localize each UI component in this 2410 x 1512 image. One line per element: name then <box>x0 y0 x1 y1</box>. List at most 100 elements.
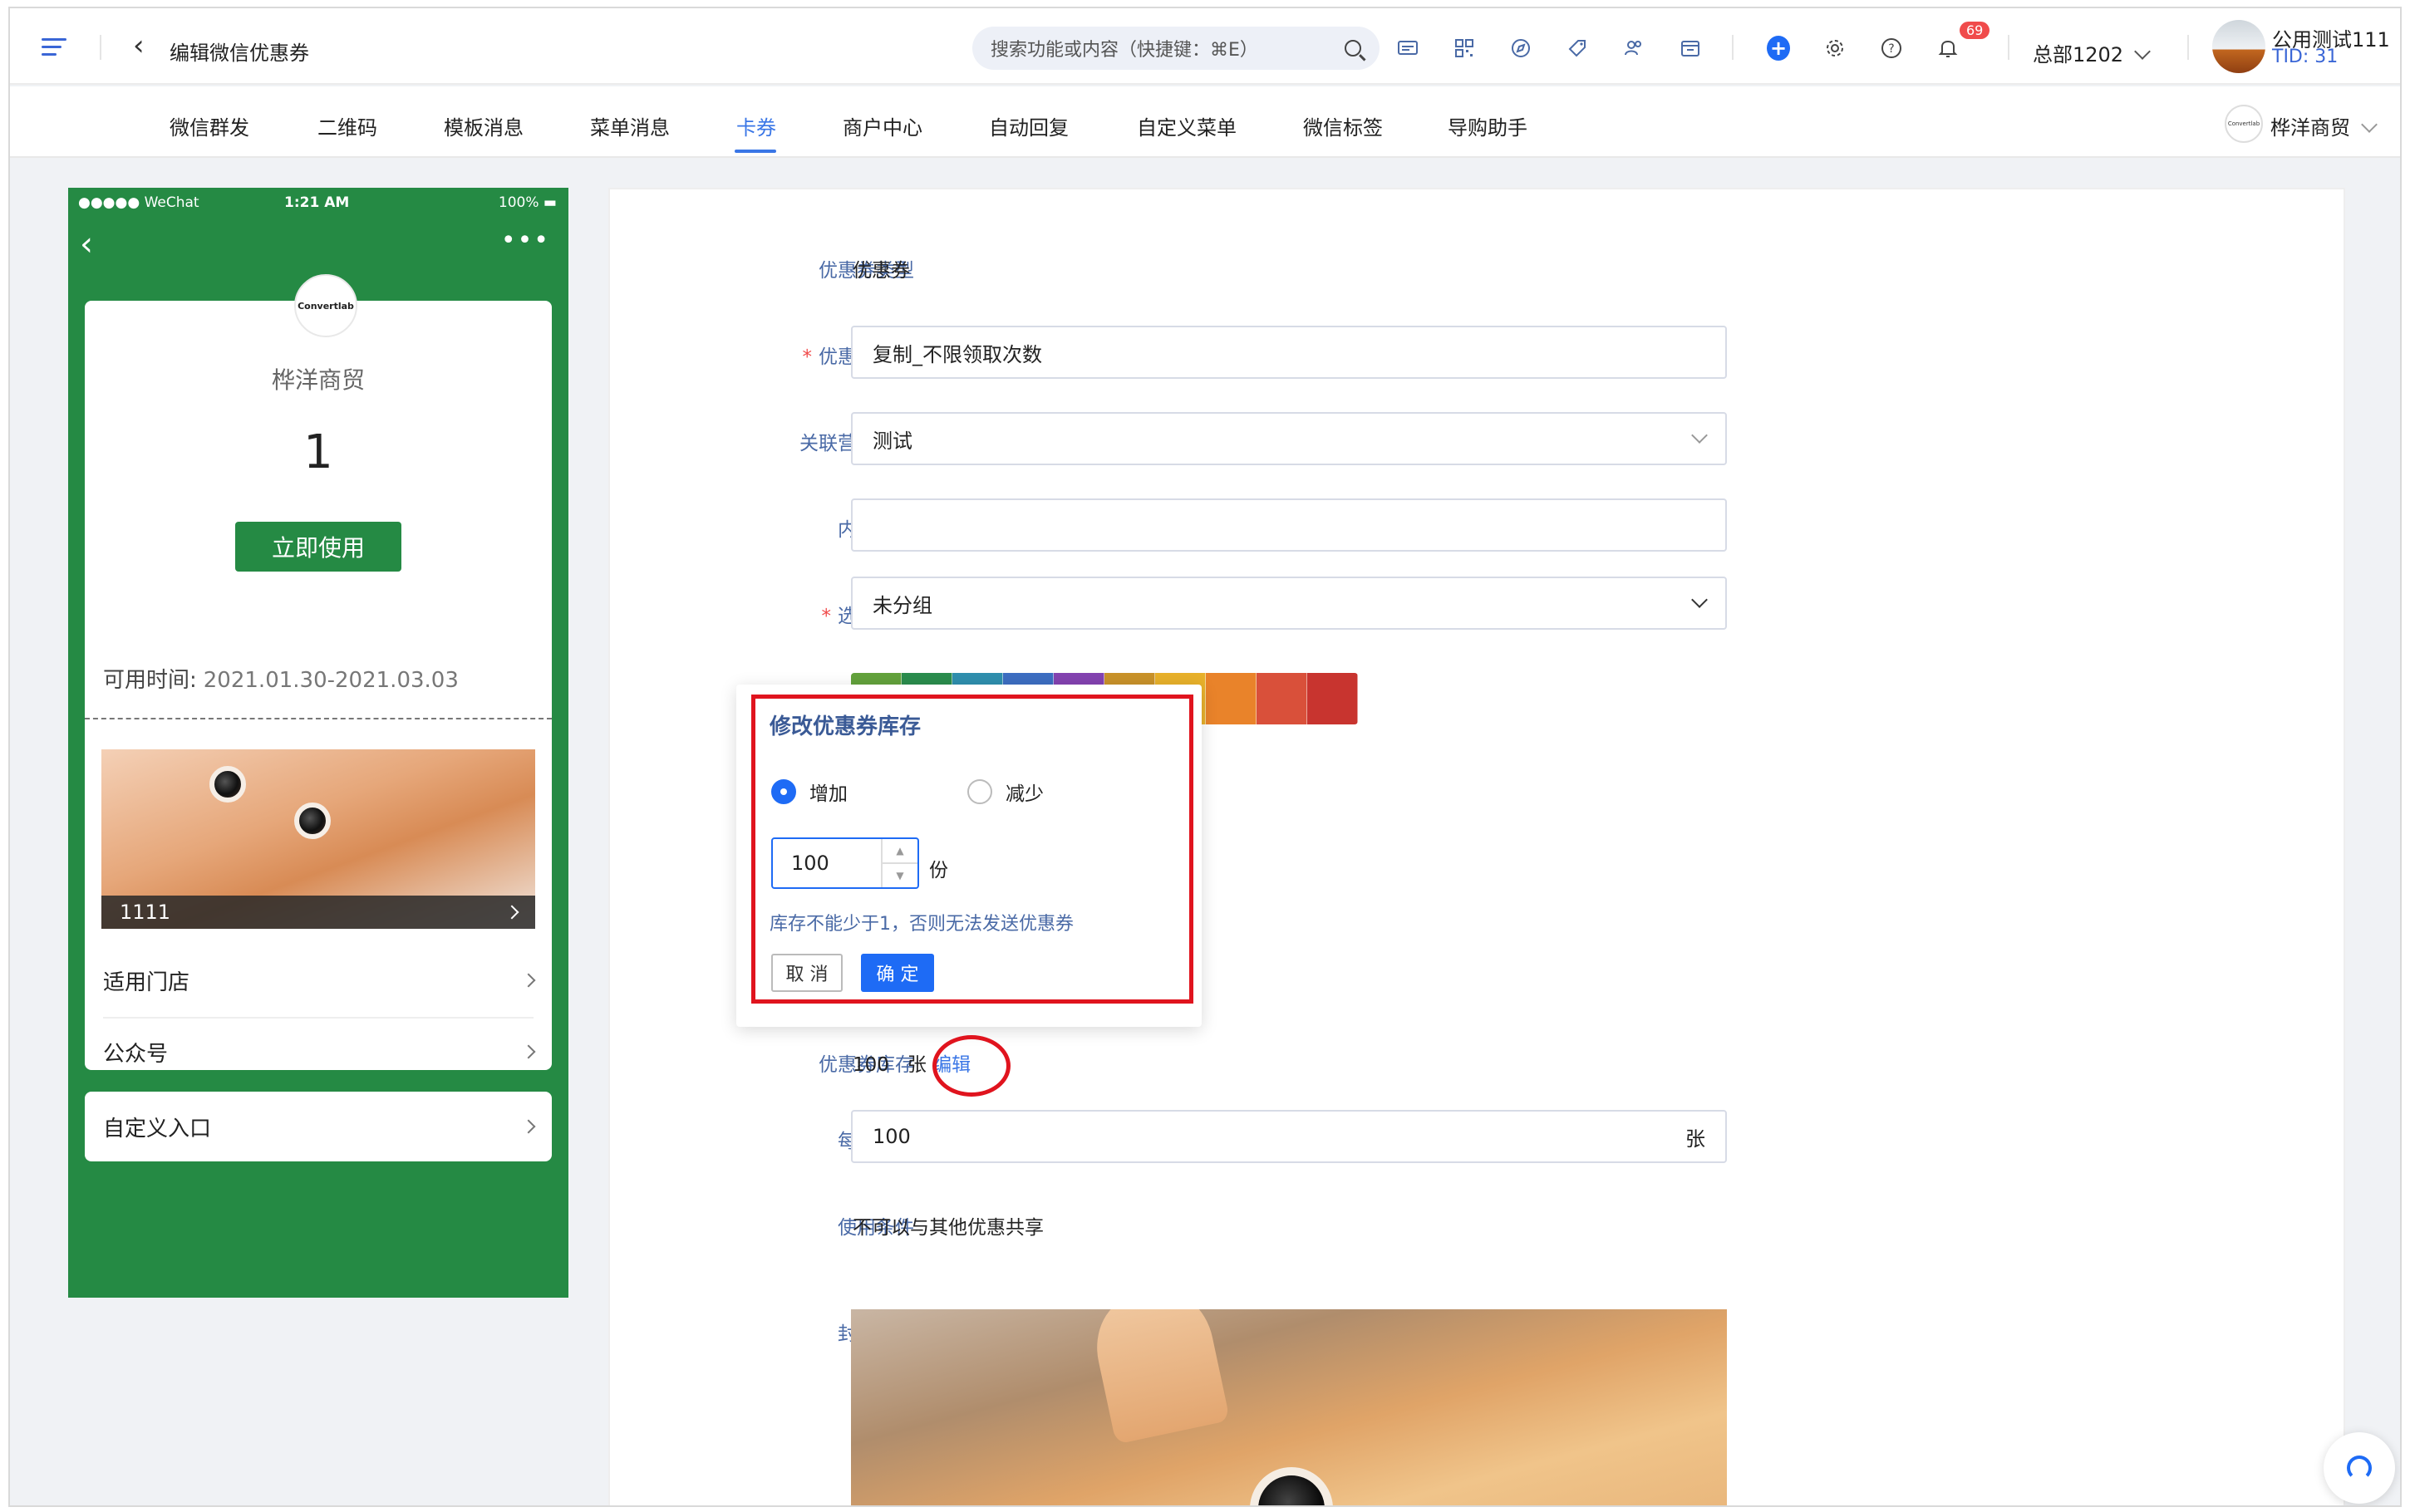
nav-item-template-message[interactable]: 模板消息 <box>444 111 524 140</box>
page-title: 编辑微信优惠券 <box>170 42 309 65</box>
phone-status-bar: ●●●●● WeChat 1:21 AM 100% ▬ <box>68 194 568 214</box>
color-swatch[interactable] <box>1206 673 1257 724</box>
radio-unchecked-icon <box>967 779 992 804</box>
amount-stepper[interactable]: 100 ▲ ▼ <box>771 837 919 889</box>
limit-field[interactable]: 100 张 <box>851 1110 1727 1163</box>
shop-selector[interactable]: 桦洋商贸 <box>2270 111 2378 140</box>
amount-value: 100 <box>791 852 829 875</box>
valid-date-value: 2021.01.30-2021.03.03 <box>203 668 459 693</box>
nav-item-menu-message[interactable]: 菜单消息 <box>590 111 670 140</box>
carrier: ●●●●● WeChat <box>78 194 199 211</box>
nav-item-cards[interactable]: 卡券 <box>736 111 776 140</box>
nav-item-qrcode[interactable]: 二维码 <box>317 111 377 140</box>
chevron-down-icon <box>2361 116 2378 133</box>
coupon-name-field[interactable]: 复制_不限领取次数 <box>851 326 1727 379</box>
cancel-button[interactable]: 取 消 <box>771 954 843 992</box>
nav-item-shopping-guide[interactable]: 导购助手 <box>1448 111 1527 140</box>
avatar[interactable] <box>2212 20 2265 73</box>
activity-value: 测试 <box>873 429 912 453</box>
tag-icon[interactable] <box>1566 37 1589 60</box>
radio-checked-icon <box>771 779 796 804</box>
nav-item-merchant-center[interactable]: 商户中心 <box>843 111 922 140</box>
nav-item-wechat-tags[interactable]: 微信标签 <box>1303 111 1383 140</box>
row-label: 公众号 <box>103 1041 169 1067</box>
valid-date-label: 可用时间: <box>103 668 197 693</box>
phone-preview: ●●●●● WeChat 1:21 AM 100% ▬ ‹ ••• 桦洋商贸 1… <box>68 188 568 1298</box>
divider <box>2187 35 2189 60</box>
decrease-label: 减少 <box>1006 783 1044 805</box>
org-name: 总部1202 <box>2033 43 2124 66</box>
active-tab-indicator <box>735 150 776 153</box>
user-tid: TID: 31 <box>2272 47 2339 67</box>
bell-icon[interactable] <box>1936 37 1960 60</box>
chevron-right-icon <box>504 905 519 920</box>
battery: 100% ▬ <box>498 194 557 211</box>
add-icon[interactable]: + <box>1767 36 1790 61</box>
chevron-down-icon <box>2134 43 2151 60</box>
popover-title: 修改优惠券库存 <box>770 714 922 739</box>
content-tag-field[interactable] <box>851 498 1727 552</box>
cover-image[interactable] <box>851 1309 1727 1505</box>
scrollbar[interactable] <box>2400 160 2402 680</box>
divider <box>1732 35 1734 60</box>
stepper-arrows: ▲ ▼ <box>881 839 917 887</box>
more-icon[interactable]: ••• <box>501 226 550 255</box>
support-headset-icon[interactable] <box>2324 1432 2395 1504</box>
back-arrow-icon[interactable]: ‹ <box>133 32 145 60</box>
color-swatch[interactable] <box>1307 673 1358 724</box>
shop-name: 桦洋商贸 <box>2270 116 2350 140</box>
use-now-button[interactable]: 立即使用 <box>235 522 401 572</box>
amount-unit: 份 <box>929 860 948 881</box>
help-icon[interactable]: ? <box>1880 37 1903 60</box>
notification-badge: 69 <box>1960 22 1990 39</box>
compass-icon[interactable] <box>1509 37 1532 60</box>
decrease-radio[interactable]: 减少 <box>967 778 1044 806</box>
dashed-divider <box>85 718 552 719</box>
org-selector[interactable]: 总部1202 <box>2033 38 2151 67</box>
phone-back-icon[interactable]: ‹ <box>80 228 93 261</box>
edit-stock-link[interactable]: 编辑 <box>932 1054 971 1076</box>
divider <box>2008 35 2009 60</box>
row-label: 适用门店 <box>103 970 190 995</box>
group-select[interactable]: 未分组 <box>851 577 1727 630</box>
calendar-icon[interactable] <box>1679 37 1702 60</box>
search-icon[interactable] <box>1345 40 1361 56</box>
phone-time: 1:21 AM <box>284 194 350 211</box>
coupon-type-value: 优惠券 <box>853 260 910 282</box>
increase-label: 增加 <box>809 783 848 805</box>
coupon-image[interactable]: 1111 <box>101 749 535 929</box>
limit-unit: 张 <box>1685 1127 1705 1151</box>
search-input[interactable]: 搜索功能或内容（快捷键：⌘E） <box>972 27 1380 70</box>
chevron-down-icon <box>1691 427 1708 444</box>
increase-radio[interactable]: 增加 <box>771 778 848 806</box>
nav-item-custom-menu[interactable]: 自定义菜单 <box>1137 111 1237 140</box>
image-caption: 1111 <box>120 901 171 924</box>
confirm-button[interactable]: 确 定 <box>861 954 934 992</box>
image-caption-bar: 1111 <box>101 896 535 929</box>
applicable-stores-row[interactable]: 适用门店 <box>103 945 536 1015</box>
custom-entry-row[interactable]: 自定义入口 <box>85 1092 552 1161</box>
settings-gear-icon[interactable] <box>1823 37 1847 60</box>
increment-icon[interactable]: ▲ <box>883 839 917 864</box>
shop-logo-text: Convertlab <box>2227 120 2260 127</box>
decrement-icon[interactable]: ▼ <box>883 864 917 887</box>
merchant-logo-text: Convertlab <box>298 300 354 312</box>
color-swatch[interactable] <box>1257 673 1307 724</box>
qrcode-icon[interactable] <box>1453 37 1476 60</box>
message-icon[interactable] <box>1396 37 1419 60</box>
activity-select[interactable]: 测试 <box>851 412 1727 465</box>
chevron-right-icon <box>521 1044 536 1059</box>
stock-unit: 张 <box>907 1054 927 1076</box>
cat-ear <box>1086 1309 1231 1445</box>
edit-stock-popover: 修改优惠券库存 增加 减少 100 ▲ ▼ 份 库存不能少于1，否则无法发送优惠… <box>736 685 1202 1027</box>
official-account-row[interactable]: 公众号 <box>103 1017 536 1087</box>
divider <box>100 35 101 60</box>
coupon-name-value: 复制_不限领取次数 <box>873 342 1042 366</box>
nav-item-group-send[interactable]: 微信群发 <box>170 111 249 140</box>
stock-value: 100 <box>853 1054 889 1076</box>
nav-item-auto-reply[interactable]: 自动回复 <box>989 111 1069 140</box>
coupon-value: 1 <box>303 425 333 479</box>
users-icon[interactable] <box>1622 37 1645 60</box>
stock-display: 100 张 编辑 <box>853 1048 971 1077</box>
menu-toggle-icon[interactable] <box>42 38 66 56</box>
